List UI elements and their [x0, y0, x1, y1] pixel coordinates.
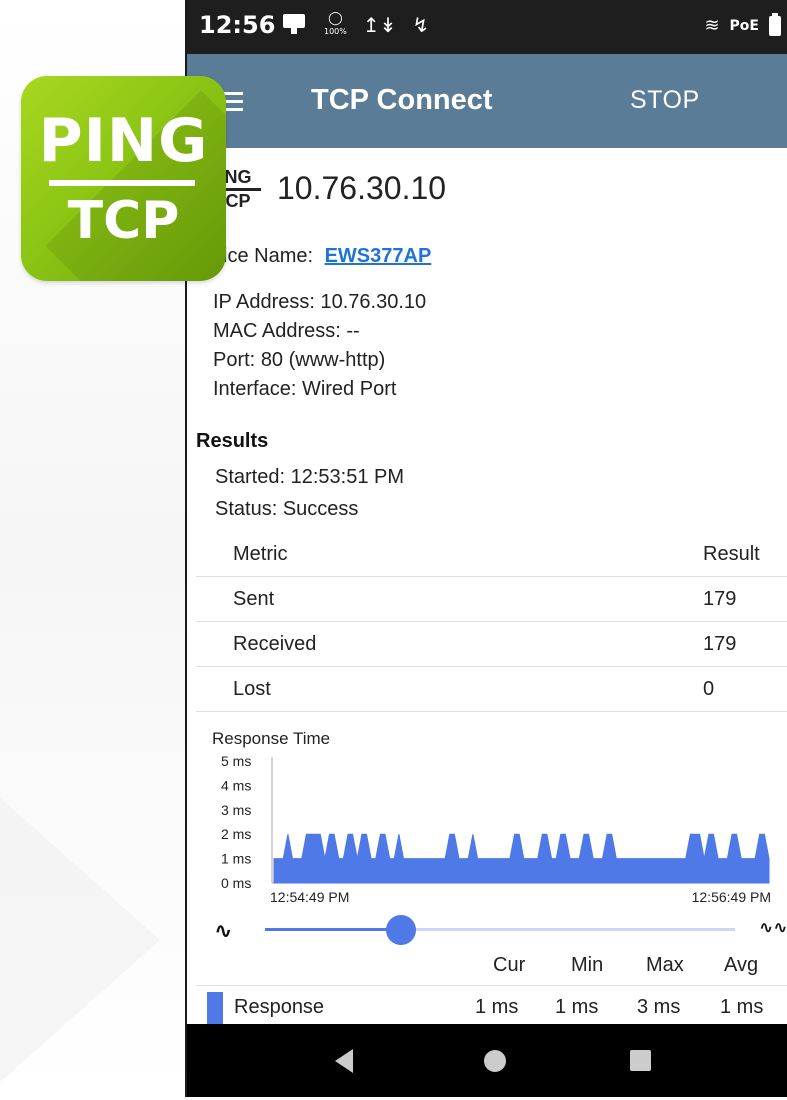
metric-cell: Sent: [196, 576, 703, 622]
metric-header: Metric: [196, 532, 703, 577]
interface-value: Wired Port: [301, 378, 397, 400]
battery-saver-icon: ◯ 100%: [324, 11, 347, 36]
bluetooth-off-icon: ↯: [412, 13, 430, 37]
table-row: Lost 0: [196, 666, 787, 712]
y-tick-label: 5 ms: [221, 753, 251, 769]
port-value: 80 (www-http): [260, 349, 386, 371]
response-time-chart: Response Time 5 ms 4 ms 3 ms 2 ms 1 ms 0 ms 12:…: [187, 723, 787, 938]
ip-address-value: 10.76.30.10: [320, 291, 427, 313]
stat-min-value: 1 ms: [555, 996, 599, 1018]
y-tick-label: 2 ms: [221, 826, 251, 842]
target-info: IP Address: 10.76.30.10 MAC Address: -- …: [213, 288, 426, 404]
results-heading: Results: [196, 430, 269, 452]
status-bar: 12:56 ◯ 100% ↥↡ ↯ ≋ PoE: [187, 0, 787, 54]
table-row: Sent 179: [196, 576, 787, 622]
battery-percent: 100%: [324, 27, 347, 36]
mac-address-label: MAC Address:: [213, 320, 341, 342]
port-label: Port:: [213, 349, 256, 371]
device-name-link[interactable]: EWS377AP: [325, 245, 432, 267]
phone-screen: 12:56 ◯ 100% ↥↡ ↯ ≋ PoE TCP Connect STOP …: [185, 0, 787, 1097]
zoom-slider-fill: [265, 928, 402, 931]
status-icons-right: ≋ PoE: [704, 13, 781, 38]
status-icons-left: ◯ 100% ↥↡ ↯: [282, 11, 430, 38]
metrics-table: Metric Result Sent 179 Received 179 Lost…: [196, 532, 787, 712]
stat-cur-value: 1 ms: [475, 996, 519, 1018]
result-header: Result: [703, 532, 787, 577]
stat-avg-value: 1 ms: [720, 996, 764, 1018]
y-tick-label: 4 ms: [221, 777, 251, 793]
ip-address-row: IP Address: 10.76.30.10: [213, 288, 426, 317]
ip-address-label: IP Address:: [213, 291, 315, 313]
target-ip-title: 10.76.30.10: [277, 170, 447, 206]
status-row: Status: Success: [215, 493, 404, 525]
device-name-label: vice Name:: [213, 245, 314, 267]
mac-address-row: MAC Address: --: [213, 317, 426, 346]
started-value: 12:53:51 PM: [290, 466, 405, 488]
status-value: Success: [282, 498, 359, 520]
metric-cell: Received: [196, 621, 703, 667]
x-tick-label: 12:54:49 PM: [270, 889, 349, 905]
status-label: Status:: [215, 498, 278, 520]
stop-button[interactable]: STOP: [630, 86, 700, 115]
stat-header-cur: Cur: [493, 954, 526, 976]
zoom-slider-row: ∿ ∿∿: [187, 910, 787, 950]
main-content: NG CP 10.76.30.10 vice Name: EWS377AP IP…: [187, 148, 787, 1024]
stat-max-value: 3 ms: [637, 996, 681, 1018]
app-icon-divider: [49, 180, 195, 186]
link-icon: ≋: [704, 15, 720, 36]
stat-header-avg: Avg: [724, 954, 759, 976]
ping-tcp-app-icon: PING TCP: [21, 76, 226, 281]
response-series-area: [273, 833, 770, 884]
stat-header-max: Max: [646, 954, 684, 976]
app-icon-line2: TCP: [67, 191, 180, 251]
interface-label: Interface:: [213, 378, 297, 400]
table-row: Received 179: [196, 621, 787, 667]
stats-row-label: Response: [234, 996, 325, 1018]
result-cell: 0: [703, 666, 787, 712]
port-row: Port: 80 (www-http): [213, 346, 426, 375]
result-cell: 179: [703, 576, 787, 622]
stat-header-min: Min: [571, 954, 604, 976]
mac-address-value: --: [346, 320, 360, 342]
y-tick-label: 3 ms: [221, 802, 251, 818]
interface-row: Interface: Wired Port: [213, 375, 426, 404]
status-time: 12:56: [199, 11, 276, 39]
results-info: Started: 12:53:51 PM Status: Success: [215, 461, 404, 525]
recent-apps-icon[interactable]: [630, 1050, 651, 1071]
zoom-out-waveform-icon[interactable]: ∿∿: [759, 918, 787, 938]
metric-cell: Lost: [196, 666, 703, 712]
y-tick-label: 0 ms: [221, 875, 251, 891]
started-label: Started:: [215, 466, 286, 488]
zoom-in-waveform-icon[interactable]: ∿: [214, 918, 232, 944]
chart-svg: Response Time 5 ms 4 ms 3 ms 2 ms 1 ms 0 ms 12:…: [212, 729, 771, 905]
monitor-icon: [282, 13, 308, 35]
zoom-slider-handle[interactable]: [386, 915, 417, 945]
poe-icon: PoE: [729, 18, 759, 34]
stats-divider: [196, 985, 787, 986]
app-icon-line1: PING: [38, 106, 209, 176]
nav-bar: [187, 1024, 787, 1097]
stats-header: Cur Min Max Avg: [187, 954, 787, 986]
chart-title: Response Time: [212, 729, 330, 748]
signal-icon: ↥↡: [362, 13, 397, 37]
x-tick-label: 12:56:49 PM: [692, 889, 771, 905]
app-title: TCP Connect: [311, 84, 493, 116]
table-header-row: Metric Result: [196, 532, 787, 577]
app-bar: TCP Connect STOP: [187, 54, 787, 148]
device-name-row: vice Name: EWS377AP: [213, 245, 431, 268]
y-tick-label: 1 ms: [221, 851, 251, 867]
home-icon[interactable]: [484, 1050, 506, 1072]
background-decoration: [0, 780, 160, 1100]
started-row: Started: 12:53:51 PM: [215, 461, 404, 493]
result-cell: 179: [703, 621, 787, 667]
battery-icon: [769, 13, 781, 36]
back-icon[interactable]: [335, 1049, 353, 1073]
